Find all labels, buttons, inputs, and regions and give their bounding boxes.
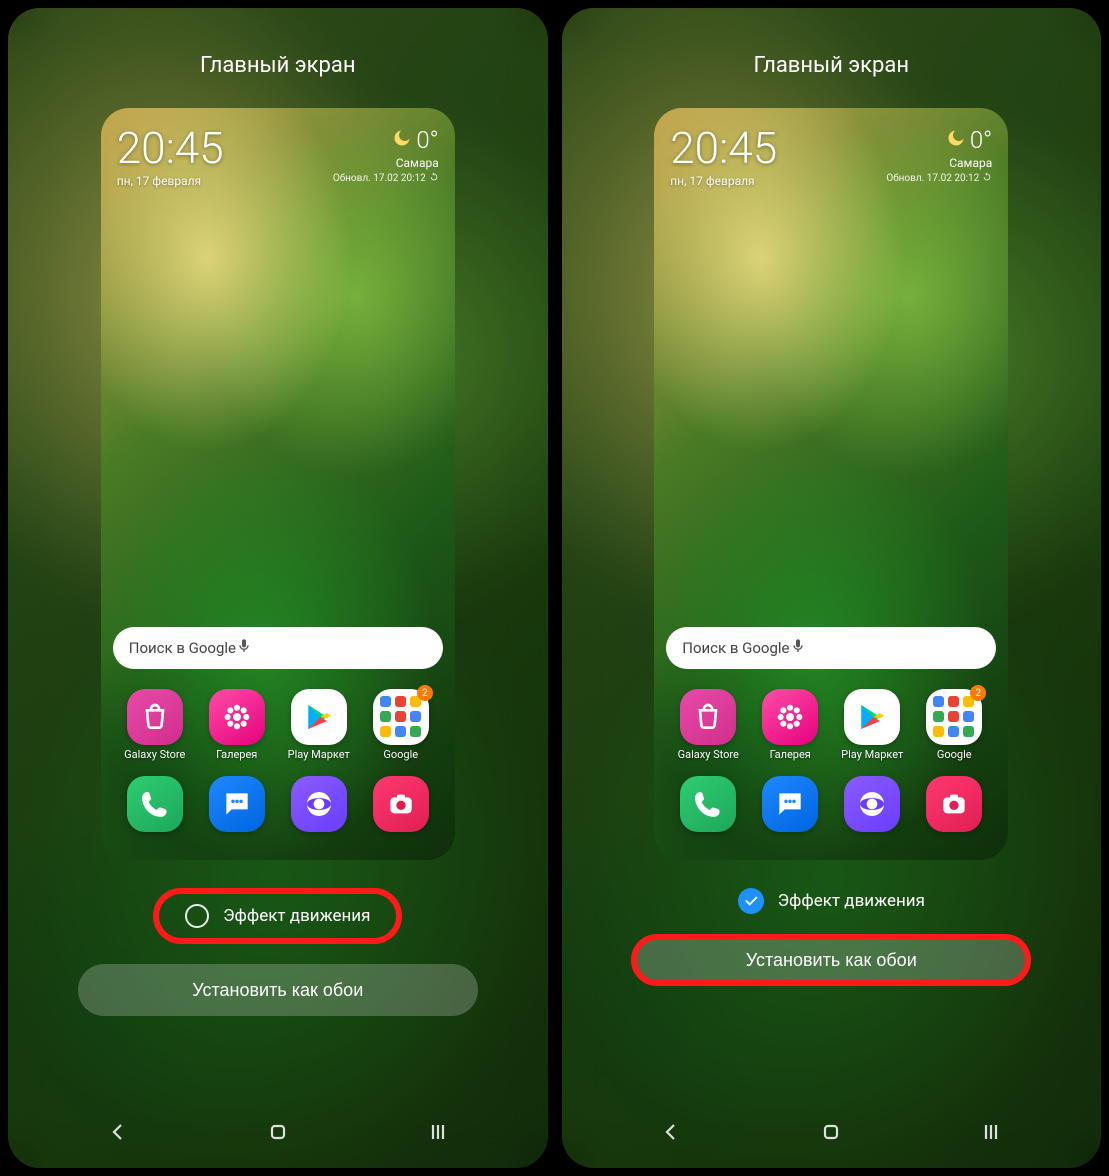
app-label: Google bbox=[937, 749, 972, 762]
clock-weather-widget: 20:45 пн, 17 февраля 0° Самара Обновл. 1… bbox=[666, 122, 996, 188]
system-navbar bbox=[562, 1118, 1102, 1146]
app-camera[interactable] bbox=[365, 776, 437, 832]
app-row-1: Galaxy Store Галерея Play Маркет 2 bbox=[113, 689, 443, 762]
set-as-wallpaper-button[interactable]: Установить как обои bbox=[78, 964, 478, 1016]
app-galaxy-store[interactable]: Galaxy Store bbox=[119, 689, 191, 762]
app-play-market[interactable]: Play Маркет bbox=[836, 689, 908, 762]
folder-grid-icon bbox=[380, 696, 422, 738]
clock-time: 20:45 bbox=[670, 126, 777, 170]
app-gallery[interactable]: Галерея bbox=[754, 689, 826, 762]
weather-temp: 0° bbox=[970, 126, 992, 154]
homescreen-preview: 20:45 пн, 17 февраля 0° Самара Обновл. 1… bbox=[101, 108, 455, 860]
weather-city: Самара bbox=[949, 156, 992, 170]
homescreen-preview: 20:45 пн, 17 февраля 0° Самара Обновл. 1… bbox=[654, 108, 1008, 860]
google-search-bar[interactable]: Поиск в Google bbox=[666, 627, 996, 669]
system-navbar bbox=[8, 1118, 548, 1146]
nav-home[interactable] bbox=[811, 1118, 851, 1146]
app-camera[interactable] bbox=[918, 776, 990, 832]
app-messages[interactable] bbox=[754, 776, 826, 832]
app-label: Play Маркет bbox=[288, 749, 350, 762]
app-browser[interactable] bbox=[283, 776, 355, 832]
moon-icon bbox=[392, 128, 412, 152]
app-browser[interactable] bbox=[836, 776, 908, 832]
app-play-market[interactable]: Play Маркет bbox=[283, 689, 355, 762]
app-label: Galaxy Store bbox=[124, 749, 185, 762]
motion-effect-toggle[interactable]: Эффект движения bbox=[153, 888, 402, 944]
app-label: Play Маркет bbox=[841, 749, 903, 762]
weather-widget: 0° Самара Обновл. 17.02 20:12 bbox=[333, 126, 439, 185]
app-phone[interactable] bbox=[672, 776, 744, 832]
mic-icon[interactable] bbox=[790, 635, 806, 661]
app-label: Google bbox=[383, 749, 418, 762]
search-placeholder: Поиск в Google bbox=[129, 639, 236, 657]
app-phone[interactable] bbox=[119, 776, 191, 832]
mic-icon[interactable] bbox=[236, 635, 252, 661]
nav-back[interactable] bbox=[98, 1118, 138, 1146]
refresh-icon bbox=[429, 172, 439, 185]
motion-effect-label: Эффект движения bbox=[223, 906, 370, 926]
motion-effect-toggle[interactable]: Эффект движения bbox=[738, 888, 925, 914]
dock bbox=[113, 776, 443, 832]
app-label: Галерея bbox=[770, 749, 811, 762]
clock-date: пн, 17 февраля bbox=[670, 174, 777, 188]
app-google-folder[interactable]: 2 Google bbox=[365, 689, 437, 762]
notification-badge: 2 bbox=[417, 685, 433, 701]
folder-grid-icon bbox=[933, 696, 975, 738]
nav-back[interactable] bbox=[651, 1118, 691, 1146]
app-label: Галерея bbox=[216, 749, 257, 762]
app-row-1: Galaxy Store Галерея Play Маркет 2 bbox=[666, 689, 996, 762]
app-google-folder[interactable]: 2 Google bbox=[918, 689, 990, 762]
radio-checked-icon bbox=[738, 888, 764, 914]
radio-unchecked-icon bbox=[185, 904, 209, 928]
page-title: Главный экран bbox=[200, 53, 356, 78]
google-search-bar[interactable]: Поиск в Google bbox=[113, 627, 443, 669]
clock-weather-widget: 20:45 пн, 17 февраля 0° Самара Обновл. 1… bbox=[113, 122, 443, 188]
app-galaxy-store[interactable]: Galaxy Store bbox=[672, 689, 744, 762]
weather-temp: 0° bbox=[416, 126, 438, 154]
nav-home[interactable] bbox=[258, 1118, 298, 1146]
motion-effect-label: Эффект движения bbox=[778, 891, 925, 911]
app-gallery[interactable]: Галерея bbox=[201, 689, 273, 762]
search-placeholder: Поиск в Google bbox=[682, 639, 789, 657]
weather-updated: Обновл. 17.02 20:12 bbox=[886, 173, 979, 184]
moon-icon bbox=[946, 128, 966, 152]
wallpaper-preview-screen-right: Главный экран 20:45 пн, 17 февраля 0° Са… bbox=[562, 8, 1102, 1168]
refresh-icon bbox=[982, 172, 992, 185]
page-title: Главный экран bbox=[753, 53, 909, 78]
clock-time: 20:45 bbox=[117, 126, 224, 170]
app-messages[interactable] bbox=[201, 776, 273, 832]
wallpaper-preview-screen-left: Главный экран 20:45 пн, 17 февраля 0° Са… bbox=[8, 8, 548, 1168]
notification-badge: 2 bbox=[970, 685, 986, 701]
weather-updated: Обновл. 17.02 20:12 bbox=[333, 173, 426, 184]
clock-date: пн, 17 февраля bbox=[117, 174, 224, 188]
dock bbox=[666, 776, 996, 832]
weather-widget: 0° Самара Обновл. 17.02 20:12 bbox=[886, 126, 992, 185]
nav-recents[interactable] bbox=[971, 1118, 1011, 1146]
set-as-wallpaper-button[interactable]: Установить как обои bbox=[631, 934, 1031, 986]
nav-recents[interactable] bbox=[418, 1118, 458, 1146]
weather-city: Самара bbox=[396, 156, 439, 170]
app-label: Galaxy Store bbox=[678, 749, 739, 762]
